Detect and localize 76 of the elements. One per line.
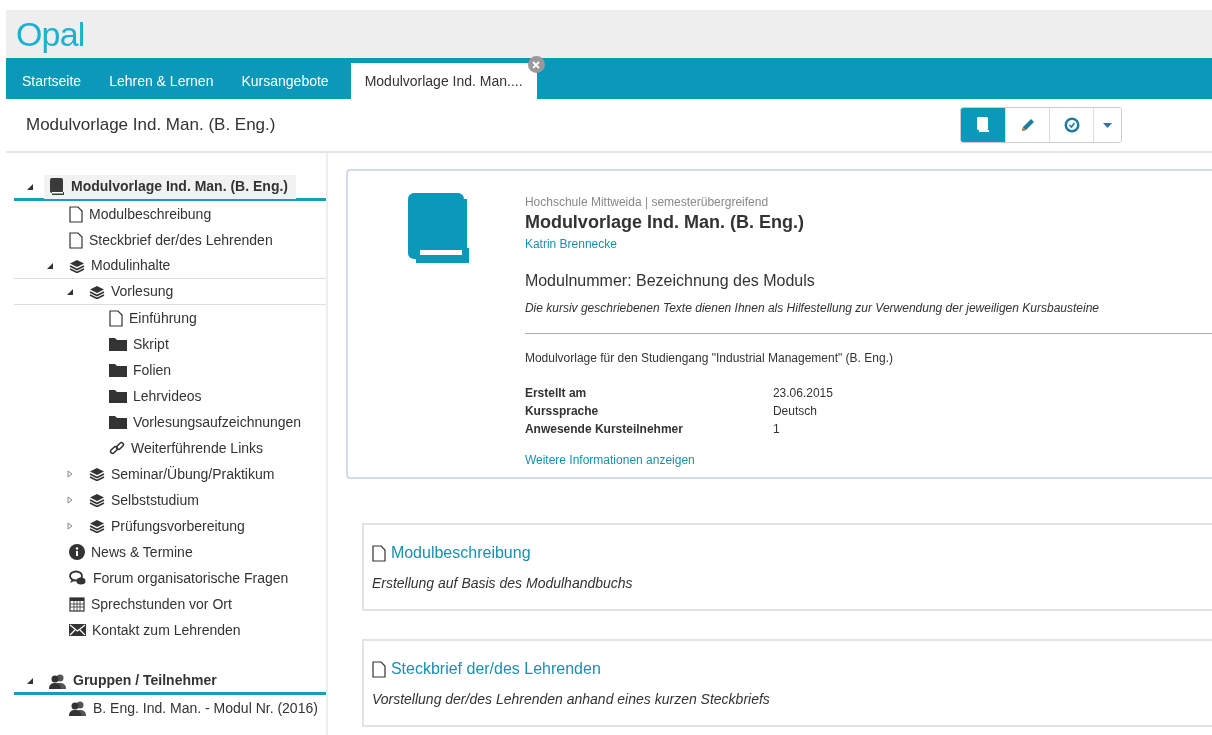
tree-item[interactable]: B. Eng. Ind. Man. - Modul Nr. (2016) xyxy=(64,696,326,720)
expand-triangle-icon[interactable] xyxy=(66,470,74,478)
layers-icon xyxy=(69,258,85,273)
course-title: Modulvorlage Ind. Man. (B. Eng.) xyxy=(524,211,805,233)
pencil-icon xyxy=(1019,117,1036,133)
folder-icon xyxy=(109,415,127,429)
expand-triangle-icon[interactable] xyxy=(66,522,74,530)
tree-item[interactable]: Modulvorlage Ind. Man. (B. Eng.) xyxy=(44,174,296,199)
users-icon xyxy=(49,672,67,689)
detail-label: Erstellt am xyxy=(524,385,588,402)
page-icon xyxy=(371,660,386,678)
tree-item[interactable]: Steckbrief der/des Lehrenden xyxy=(64,228,281,252)
page-icon xyxy=(371,544,386,562)
layers-icon xyxy=(89,467,105,481)
tree-item[interactable]: Einführung xyxy=(104,306,205,330)
folder-icon xyxy=(109,363,127,377)
tree-item[interactable]: Sprechstunden vor Ort xyxy=(64,592,240,616)
element-title-link[interactable]: Steckbrief der/des Lehrenden xyxy=(390,657,601,681)
calendar-icon xyxy=(69,596,85,612)
element-description: Erstellung auf Basis des Modulhandbuchs xyxy=(371,574,634,593)
toolbar-button[interactable] xyxy=(961,108,1006,142)
tree-item[interactable]: Vorlesungsaufzeichnungen xyxy=(104,410,310,434)
detail-value: 1 xyxy=(772,421,780,438)
page-icon xyxy=(109,309,123,327)
link-icon xyxy=(109,440,125,456)
detail-label: Anwesende Kursteilnehmer xyxy=(524,421,684,438)
users-icon xyxy=(69,700,87,716)
chat-bubbles-icon xyxy=(69,570,87,586)
detail-value: Deutsch xyxy=(772,403,817,420)
tree-item[interactable]: Folien xyxy=(104,358,180,382)
tree-item[interactable]: Vorlesung xyxy=(84,279,182,304)
detail-label: Kurssprache xyxy=(524,403,600,420)
tree-item[interactable]: Kontakt zum Lehrenden xyxy=(64,618,249,642)
layers-icon xyxy=(89,493,105,507)
layers-icon xyxy=(89,284,105,299)
module-heading: Modulnummer: Bezeichnung des Moduls xyxy=(524,271,816,291)
info-icon xyxy=(69,544,85,560)
folder-icon xyxy=(109,337,127,351)
author-link[interactable]: Katrin Brennecke xyxy=(524,235,1212,253)
tree-item[interactable]: Modulinhalte xyxy=(64,253,179,278)
element-description: Vorstellung der/des Lehrenden anhand eines kurzen Steckbriefs xyxy=(371,690,771,709)
close-icon xyxy=(532,60,541,69)
tree-item[interactable]: Selbststudium xyxy=(84,488,207,512)
tree-item[interactable]: Lehrvideos xyxy=(104,384,210,408)
check-badge-icon xyxy=(1063,117,1080,133)
mail-icon xyxy=(69,624,86,636)
tree-item[interactable]: Gruppen / Teilnehmer xyxy=(44,668,225,693)
element-title-link[interactable]: Modulbeschreibung xyxy=(390,541,531,565)
institution-text: Hochschule Mittweida | semesterübergreifend xyxy=(524,194,770,211)
collapse-triangle-icon[interactable] xyxy=(26,676,34,685)
description-text: Modulvorlage für den Studiengang "Industrial Management" (B. Eng.) xyxy=(524,350,894,367)
collapse-triangle-icon[interactable] xyxy=(26,182,34,191)
folder-icon xyxy=(109,389,127,403)
caret-icon xyxy=(1103,122,1113,128)
book-icon xyxy=(976,117,991,133)
tree-item[interactable]: Skript xyxy=(104,332,177,356)
book-icon xyxy=(49,178,65,195)
detail-value: 23.06.2015 xyxy=(772,385,833,402)
nav-tab[interactable]: Modulvorlage Ind. Man.... xyxy=(350,63,537,99)
page-icon xyxy=(69,205,83,223)
tree-item[interactable]: Modulbeschreibung xyxy=(64,202,220,226)
book-icon xyxy=(407,193,469,263)
toolbar-button[interactable] xyxy=(1093,108,1122,142)
more-info-link[interactable]: Weitere Informationen anzeigen xyxy=(524,451,1212,469)
tree-item[interactable]: Prüfungsvorbereitung xyxy=(84,514,253,538)
collapse-triangle-icon[interactable] xyxy=(66,287,74,296)
expand-triangle-icon[interactable] xyxy=(66,496,74,504)
tree-item[interactable]: Seminar/Übung/Praktikum xyxy=(84,462,283,486)
page-icon xyxy=(69,231,83,249)
collapse-triangle-icon[interactable] xyxy=(46,261,54,270)
tree-item[interactable]: News & Termine xyxy=(64,540,201,564)
layers-icon xyxy=(89,519,105,533)
tree-item[interactable]: Forum organisatorische Fragen xyxy=(64,566,297,590)
hint-text: Die kursiv geschriebenen Texte dienen Ihnen als Hilfestellung zur Verwendung der jeweiligen Kursbausteine xyxy=(524,300,1100,317)
page-title: Modulvorlage Ind. Man. (B. Eng.) xyxy=(26,114,276,137)
tree-item[interactable]: Weiterführende Links xyxy=(104,436,272,460)
